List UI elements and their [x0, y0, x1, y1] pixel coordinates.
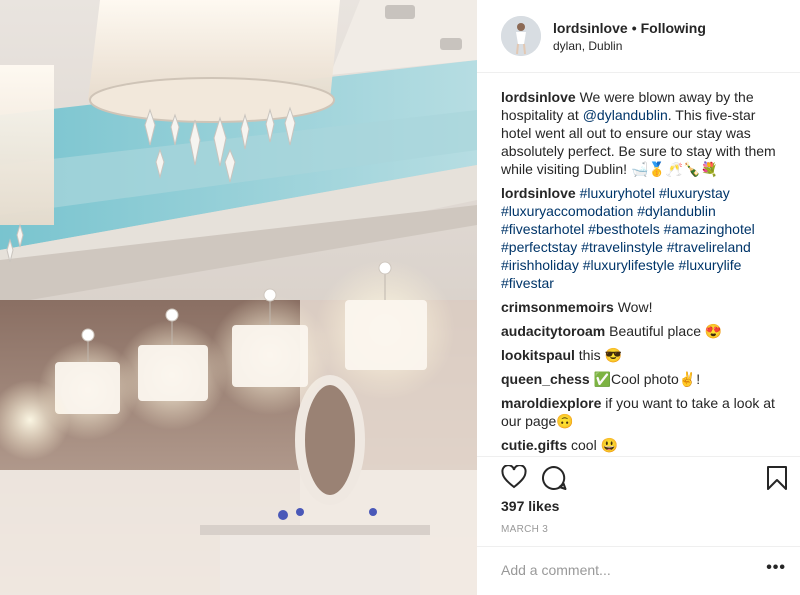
more-options-icon[interactable]: •••: [766, 559, 786, 577]
comment-username[interactable]: queen_chess: [501, 371, 590, 387]
comment-item: crimsonmemoirs Wow!: [501, 298, 776, 316]
comment-text: ✅Cool photo✌️!: [593, 371, 701, 387]
likes-count[interactable]: 397 likes: [501, 498, 559, 514]
post-date[interactable]: MARCH 3: [501, 524, 548, 535]
comment-text: Wow!: [617, 299, 653, 315]
hashtag-comment-username[interactable]: lordsinlove: [501, 185, 576, 201]
avatar-image: [501, 16, 541, 56]
comment-text: Beautiful place 😍: [609, 323, 723, 339]
caption: lordsinlove We were blown away by the ho…: [501, 88, 776, 178]
hashtag-link[interactable]: #luxurystay: [659, 185, 730, 201]
comment-text: this 😎: [578, 347, 622, 363]
comment-username[interactable]: crimsonmemoirs: [501, 299, 614, 315]
post-photo[interactable]: [0, 0, 477, 595]
caption-mention-link[interactable]: @dylandublin: [583, 107, 668, 123]
chandelier-photo-illustration: [0, 0, 477, 595]
add-comment-divider: [477, 546, 800, 547]
hashtag-link[interactable]: #travelinstyle: [581, 239, 663, 255]
post-header: lordsinlove • Following dylan, Dublin: [501, 16, 792, 56]
comment-bubble-icon[interactable]: [541, 465, 567, 491]
comment-username[interactable]: lookitspaul: [501, 347, 575, 363]
comment-item: queen_chess ✅Cool photo✌️!: [501, 370, 776, 388]
header-user-line: lordsinlove • Following: [553, 20, 706, 36]
location-link[interactable]: dylan, Dublin: [553, 39, 622, 53]
following-button[interactable]: Following: [641, 20, 706, 36]
hashtag-link[interactable]: #besthotels: [588, 221, 660, 237]
comment-username[interactable]: audacitytoroam: [501, 323, 605, 339]
hashtag-link[interactable]: #fivestarhotel: [501, 221, 584, 237]
hashtag-link[interactable]: #irishholiday: [501, 257, 579, 273]
comment-item: audacitytoroam Beautiful place 😍: [501, 322, 776, 340]
hashtag-link[interactable]: #fivestar: [501, 275, 554, 291]
comments-divider: [477, 456, 800, 457]
header-username[interactable]: lordsinlove: [553, 20, 628, 36]
comments-list[interactable]: lordsinlove We were blown away by the ho…: [501, 88, 776, 454]
comment-item: cutie.gifts cool 😃: [501, 436, 776, 454]
hashtag-link[interactable]: #dylandublin: [637, 203, 716, 219]
hashtag-link[interactable]: #luxuryhotel: [580, 185, 656, 201]
header-divider: [477, 72, 800, 73]
avatar[interactable]: [501, 16, 541, 56]
comment-username[interactable]: maroldiexplore: [501, 395, 601, 411]
comment-username[interactable]: cutie.gifts: [501, 437, 567, 453]
bookmark-icon[interactable]: [766, 465, 788, 491]
follow-separator: •: [631, 20, 637, 36]
hashtag-comment: lordsinlove #luxuryhotel #luxurystay #lu…: [501, 184, 776, 292]
add-comment-input[interactable]: Add a comment...: [501, 562, 611, 578]
post-side-panel: lordsinlove • Following dylan, Dublin lord…: [477, 0, 800, 595]
comment-text: cool 😃: [571, 437, 619, 453]
action-bar: [501, 465, 791, 491]
heart-icon[interactable]: [501, 465, 527, 489]
hashtag-link[interactable]: #luxuryaccomodation: [501, 203, 633, 219]
comment-item: maroldiexplore if you want to take a loo…: [501, 394, 776, 430]
instagram-post-window: lordsinlove • Following dylan, Dublin lord…: [0, 0, 800, 595]
hashtag-link[interactable]: #luxurylife: [678, 257, 741, 273]
hashtag-link[interactable]: #amazinghotel: [664, 221, 755, 237]
hashtag-link[interactable]: #perfectstay: [501, 239, 577, 255]
hashtag-link[interactable]: #travelireland: [667, 239, 751, 255]
hashtag-link[interactable]: #luxurylifestyle: [583, 257, 675, 273]
caption-username[interactable]: lordsinlove: [501, 89, 576, 105]
comment-item: lookitspaul this 😎: [501, 346, 776, 364]
